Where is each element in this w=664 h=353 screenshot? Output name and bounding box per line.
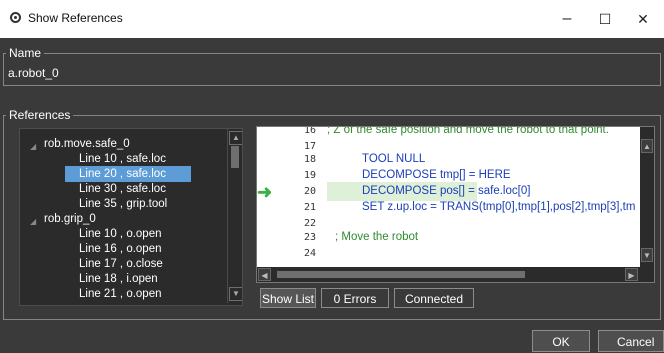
title-bar: Show References – ☐ ✕	[0, 0, 664, 38]
code-horizontal-scrollbar[interactable]: ◀ ▶	[257, 267, 654, 282]
scroll-right-icon[interactable]: ▶	[625, 268, 638, 281]
code-vertical-scrollbar[interactable]: ▲ ▼	[640, 127, 654, 267]
code-line[interactable]: 24	[257, 244, 639, 263]
app-icon	[10, 12, 21, 23]
scroll-thumb[interactable]	[277, 271, 525, 278]
scroll-down-icon[interactable]: ▼	[641, 248, 653, 262]
show-list-button[interactable]: Show List	[260, 288, 316, 308]
maximize-button[interactable]: ☐	[590, 6, 620, 32]
connection-status: Connected	[394, 288, 474, 308]
scroll-down-icon[interactable]: ▼	[229, 287, 242, 301]
name-group: Name	[3, 46, 661, 86]
scroll-thumb[interactable]	[231, 146, 239, 168]
collapse-arrow-icon[interactable]: ◢	[30, 139, 36, 155]
cancel-button[interactable]: Cancel	[598, 330, 664, 352]
scroll-up-icon[interactable]: ▲	[229, 131, 242, 145]
collapse-arrow-icon[interactable]: ◢	[30, 214, 36, 230]
scroll-left-icon[interactable]: ◀	[258, 268, 271, 281]
name-value: a.robot_0	[8, 66, 59, 80]
code-editor[interactable]: ➜ 16 ; Z of the safe position and move t…	[256, 126, 655, 283]
scroll-up-icon[interactable]: ▲	[641, 139, 653, 153]
name-legend: Name	[9, 46, 42, 60]
window-title: Show References	[28, 11, 123, 25]
references-tree[interactable]: ◢ rob.move.safe_0 Line 10 , safe.loc Lin…	[19, 128, 243, 306]
minimize-button[interactable]: –	[552, 6, 582, 32]
ok-button[interactable]: OK	[532, 330, 590, 352]
close-button[interactable]: ✕	[628, 6, 658, 32]
tree-scrollbar[interactable]: ▲ ▼	[227, 129, 242, 303]
references-legend: References	[9, 108, 71, 122]
errors-status: 0 Errors	[321, 288, 389, 308]
